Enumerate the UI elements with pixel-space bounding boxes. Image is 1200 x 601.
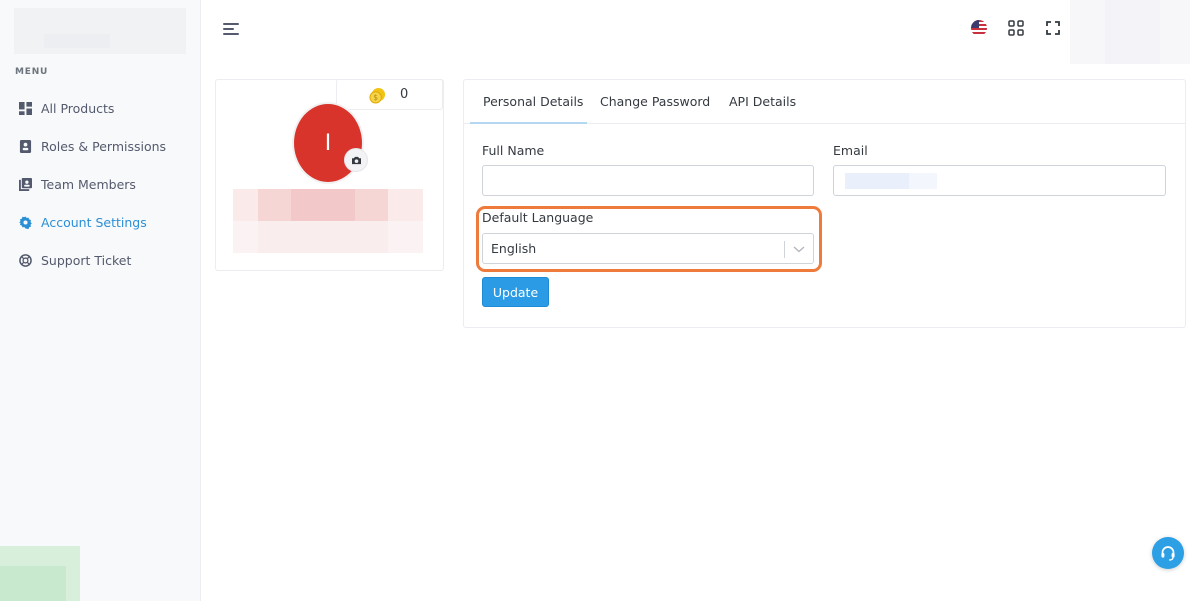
active-tab-indicator: [470, 122, 587, 124]
sidebar-item-label: Account Settings: [41, 214, 147, 230]
logo-mark: [44, 34, 110, 48]
tabs-bar: Personal Details Change Password API Det…: [464, 80, 1185, 124]
menu-title: MENU: [15, 67, 49, 77]
user-profile-menu[interactable]: [1070, 0, 1190, 64]
id-badge-icon: [19, 139, 32, 153]
email-value-redacted-tail: [909, 173, 937, 189]
sidebar-item-label: Team Members: [41, 176, 136, 192]
email-value-redacted: [845, 173, 909, 189]
full-name-input[interactable]: [482, 165, 814, 196]
sidebar-item-account-settings[interactable]: Account Settings: [19, 212, 147, 232]
svg-text:$: $: [373, 93, 378, 102]
sidebar-item-label: Roles & Permissions: [41, 138, 167, 154]
grid-icon: [19, 101, 32, 115]
coin-icon: $: [369, 87, 386, 104]
coin-count: 0: [400, 87, 409, 102]
sidebar-item-label: All Products: [41, 100, 115, 116]
sidebar: MENU All Products Roles & Permissions Te…: [0, 0, 201, 601]
email-label: Email: [833, 143, 868, 158]
topbar: [201, 0, 1200, 64]
coin-balance: $ 0: [336, 79, 443, 110]
fullscreen-icon[interactable]: [1046, 20, 1060, 35]
user-avatar: [1105, 0, 1160, 64]
update-button[interactable]: Update: [482, 277, 549, 307]
gear-icon: [19, 215, 32, 229]
contacts-icon: [19, 177, 32, 191]
profile-name-redacted-core: [291, 189, 355, 221]
sidebar-item-all-products[interactable]: All Products: [19, 98, 114, 118]
details-card: Personal Details Change Password API Det…: [463, 79, 1186, 328]
sidebar-footer-block-inner: [0, 566, 66, 601]
sidebar-item-team-members[interactable]: Team Members: [19, 174, 136, 194]
profile-subtitle-redacted-inner: [258, 221, 388, 253]
menu-toggle-icon[interactable]: [223, 20, 241, 36]
language-highlight-box: [476, 206, 822, 272]
lifebuoy-icon: [19, 253, 32, 267]
sidebar-item-support-ticket[interactable]: Support Ticket: [19, 250, 131, 270]
tab-api-details[interactable]: API Details: [729, 94, 796, 109]
full-name-label: Full Name: [482, 143, 545, 158]
support-chat-button[interactable]: [1152, 537, 1184, 569]
tab-change-password[interactable]: Change Password: [600, 94, 710, 109]
avatar-initial: I: [324, 130, 332, 156]
headset-icon: [1161, 546, 1175, 561]
sidebar-item-roles-permissions[interactable]: Roles & Permissions: [19, 136, 166, 156]
logo[interactable]: [14, 8, 186, 54]
us-flag-icon[interactable]: [971, 20, 987, 36]
apps-grid-icon[interactable]: [1008, 20, 1024, 36]
tab-personal-details[interactable]: Personal Details: [483, 94, 583, 109]
camera-icon[interactable]: [344, 148, 368, 172]
sidebar-item-label: Support Ticket: [41, 252, 132, 268]
